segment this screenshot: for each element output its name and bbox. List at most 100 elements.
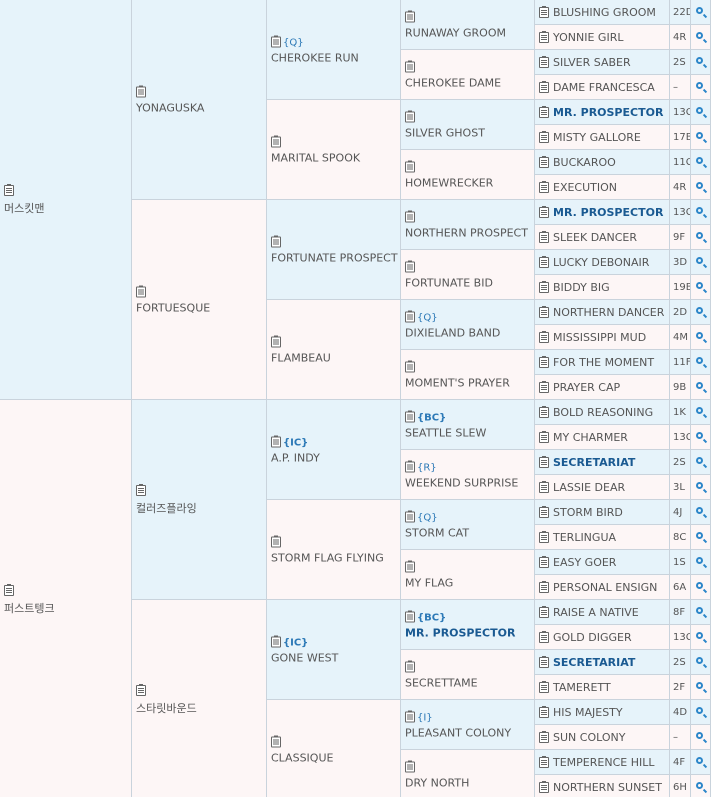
clipboard-icon[interactable] [539, 455, 549, 468]
clipboard-icon[interactable] [539, 730, 549, 743]
horse-name[interactable]: FLAMBEAU [271, 351, 331, 364]
horse-name[interactable]: RAISE A NATIVE [553, 606, 639, 619]
clipboard-icon[interactable] [405, 410, 415, 423]
horse-name[interactable]: EASY GOER [553, 556, 616, 569]
clipboard-icon[interactable] [271, 735, 281, 748]
gen5-ancestor[interactable]: MR. PROSPECTOR [535, 100, 670, 125]
magnifier-icon[interactable] [696, 482, 703, 489]
gen4-ancestor[interactable]: RUNAWAY GROOM [401, 0, 535, 50]
clipboard-icon[interactable] [405, 160, 415, 173]
gen2-ancestor[interactable]: 스타릿바운드 [132, 600, 267, 797]
clipboard-icon[interactable] [539, 105, 549, 118]
search-cell[interactable] [691, 50, 711, 75]
clipboard-icon[interactable] [539, 430, 549, 443]
horse-name[interactable]: LASSIE DEAR [553, 481, 625, 494]
clipboard-icon[interactable] [539, 655, 549, 668]
horse-name[interactable]: SECRETTAME [405, 676, 478, 689]
search-cell[interactable] [691, 625, 711, 650]
search-cell[interactable] [691, 450, 711, 475]
horse-name[interactable]: MOMENT'S PRAYER [405, 376, 510, 389]
clipboard-icon[interactable] [539, 480, 549, 493]
horse-name[interactable]: MR. PROSPECTOR [553, 206, 663, 219]
search-cell[interactable] [691, 650, 711, 675]
clipboard-icon[interactable] [405, 760, 415, 773]
gen5-ancestor[interactable]: MISTY GALLORE [535, 125, 670, 150]
magnifier-icon[interactable] [696, 557, 703, 564]
clipboard-icon[interactable] [136, 684, 146, 696]
search-cell[interactable] [691, 775, 711, 797]
clipboard-icon[interactable] [405, 510, 415, 523]
clipboard-icon[interactable] [271, 435, 281, 448]
clipboard-icon[interactable] [271, 535, 281, 548]
search-cell[interactable] [691, 250, 711, 275]
horse-name[interactable]: SLEEK DANCER [553, 231, 637, 244]
horse-name[interactable]: MISTY GALLORE [553, 131, 641, 144]
horse-name[interactable]: 머스킷맨 [4, 200, 44, 216]
search-cell[interactable] [691, 575, 711, 600]
horse-name[interactable]: YONAGUSKA [136, 101, 204, 114]
magnifier-icon[interactable] [696, 407, 703, 414]
search-cell[interactable] [691, 725, 711, 750]
search-cell[interactable] [691, 500, 711, 525]
clipboard-icon[interactable] [405, 560, 415, 573]
gen5-ancestor[interactable]: SILVER SABER [535, 50, 670, 75]
gen4-ancestor[interactable]: NORTHERN PROSPECT [401, 200, 535, 250]
clipboard-icon[interactable] [539, 205, 549, 218]
clipboard-icon[interactable] [539, 330, 549, 343]
gen4-ancestor[interactable]: {BC} MR. PROSPECTOR [401, 600, 535, 650]
gen5-ancestor[interactable]: YONNIE GIRL [535, 25, 670, 50]
search-cell[interactable] [691, 475, 711, 500]
horse-name[interactable]: CHEROKEE DAME [405, 76, 501, 89]
gen5-ancestor[interactable]: FOR THE MOMENT [535, 350, 670, 375]
gen5-ancestor[interactable]: TERLINGUA [535, 525, 670, 550]
gen5-ancestor[interactable]: SECRETARIAT [535, 450, 670, 475]
clipboard-icon[interactable] [539, 180, 549, 193]
search-cell[interactable] [691, 275, 711, 300]
search-cell[interactable] [691, 700, 711, 725]
horse-name[interactable]: STORM FLAG FLYING [271, 551, 384, 564]
gen5-ancestor[interactable]: EXECUTION [535, 175, 670, 200]
gen4-ancestor[interactable]: HOMEWRECKER [401, 150, 535, 200]
magnifier-icon[interactable] [696, 332, 703, 339]
clipboard-icon[interactable] [271, 35, 281, 48]
magnifier-icon[interactable] [696, 632, 703, 639]
clipboard-icon[interactable] [539, 405, 549, 418]
clipboard-icon[interactable] [539, 55, 549, 68]
horse-name[interactable]: DIXIELAND BAND [405, 326, 500, 339]
magnifier-icon[interactable] [696, 507, 703, 514]
horse-name[interactable]: 퍼스트텡크 [4, 600, 55, 616]
gen1-ancestor[interactable]: 머스킷맨 [0, 0, 132, 400]
search-cell[interactable] [691, 525, 711, 550]
magnifier-icon[interactable] [696, 207, 703, 214]
horse-name[interactable]: TEMPERENCE HILL [553, 756, 654, 769]
horse-name[interactable]: FORTUESQUE [136, 301, 210, 314]
gen5-ancestor[interactable]: BLUSHING GROOM [535, 0, 670, 25]
gen4-ancestor[interactable]: MOMENT'S PRAYER [401, 350, 535, 400]
search-cell[interactable] [691, 400, 711, 425]
horse-name[interactable]: 스타릿바운드 [136, 700, 197, 716]
gen5-ancestor[interactable]: NORTHERN SUNSET [535, 775, 670, 797]
gen5-ancestor[interactable]: TEMPERENCE HILL [535, 750, 670, 775]
horse-name[interactable]: EXECUTION [553, 181, 617, 194]
gen5-ancestor[interactable]: HIS MAJESTY [535, 700, 670, 725]
gen5-ancestor[interactable]: DAME FRANCESCA [535, 75, 670, 100]
clipboard-icon[interactable] [539, 755, 549, 768]
clipboard-icon[interactable] [405, 360, 415, 373]
horse-name[interactable]: NORTHERN SUNSET [553, 781, 662, 794]
search-cell[interactable] [691, 25, 711, 50]
magnifier-icon[interactable] [696, 257, 703, 264]
clipboard-icon[interactable] [136, 484, 146, 496]
magnifier-icon[interactable] [696, 107, 703, 114]
gen5-ancestor[interactable]: STORM BIRD [535, 500, 670, 525]
horse-name[interactable]: MR. PROSPECTOR [553, 106, 663, 119]
horse-name[interactable]: SECRETARIAT [553, 456, 635, 469]
horse-name[interactable]: WEEKEND SURPRISE [405, 476, 518, 489]
clipboard-icon[interactable] [405, 260, 415, 273]
horse-name[interactable]: RUNAWAY GROOM [405, 26, 506, 39]
search-cell[interactable] [691, 325, 711, 350]
clipboard-icon[interactable] [539, 355, 549, 368]
search-cell[interactable] [691, 600, 711, 625]
magnifier-icon[interactable] [696, 32, 703, 39]
clipboard-icon[interactable] [539, 80, 549, 93]
horse-name[interactable]: HIS MAJESTY [553, 706, 623, 719]
